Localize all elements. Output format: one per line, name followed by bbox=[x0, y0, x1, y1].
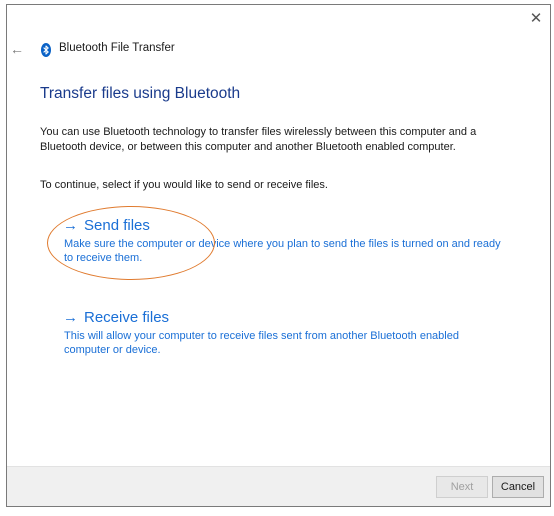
window-title: Bluetooth File Transfer bbox=[59, 42, 175, 54]
send-files-label: Send files bbox=[84, 217, 150, 234]
receive-files-label: Receive files bbox=[84, 309, 170, 326]
cancel-button[interactable]: Cancel bbox=[492, 476, 544, 498]
bluetooth-icon bbox=[41, 43, 51, 57]
next-button[interactable]: Next bbox=[436, 476, 488, 498]
description-text: You can use Bluetooth technology to tran… bbox=[40, 126, 477, 153]
close-icon[interactable]: ✕ bbox=[528, 11, 544, 27]
send-files-description: Make sure the computer or device where y… bbox=[64, 238, 501, 264]
receive-files-description: This will allow your computer to receive… bbox=[64, 330, 459, 356]
page-heading: Transfer files using Bluetooth bbox=[40, 85, 241, 102]
arrow-right-icon: → bbox=[63, 309, 78, 326]
dialog-footer: Next Cancel bbox=[7, 466, 550, 506]
send-files-option[interactable]: → Send files Make sure the computer or d… bbox=[63, 217, 503, 265]
receive-files-option[interactable]: → Receive files This will allow your com… bbox=[63, 309, 503, 357]
back-arrow-icon[interactable]: ← bbox=[10, 41, 26, 57]
instruction-text: To continue, select if you would like to… bbox=[40, 179, 328, 191]
arrow-right-icon: → bbox=[63, 217, 78, 234]
bluetooth-transfer-dialog: ✕ ← Bluetooth File Transfer Transfer fil… bbox=[6, 4, 551, 507]
